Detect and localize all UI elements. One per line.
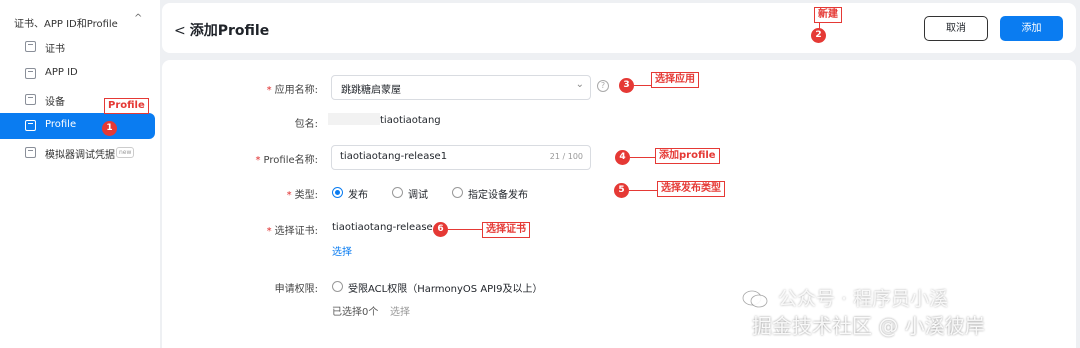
profile-name-label: * Profile名称: — [198, 151, 318, 166]
required-mark: * — [266, 226, 272, 237]
annotation-label-6: 选择证书 — [482, 222, 530, 238]
collapse-chevron-icon[interactable]: ^ — [134, 13, 142, 24]
annotation-label-2: 新建 — [814, 7, 842, 23]
sidebar-item-label: 证书 — [45, 44, 65, 55]
app-name-label: * 应用名称: — [198, 81, 318, 96]
radio-device-release-label[interactable]: 指定设备发布 — [468, 186, 528, 201]
package-name-label: 包名: — [294, 119, 318, 130]
sidebar-item-label: 设备 — [45, 97, 65, 108]
perm-select-link[interactable]: 选择 — [390, 303, 410, 318]
cert-value: tiaotiaotang-release — [332, 222, 433, 233]
char-counter: 21 / 100 — [549, 152, 583, 161]
watermark-line-1: 公众号 · 程序员小溪 — [778, 288, 949, 310]
sidebar-group-title[interactable]: 证书、APP ID和Profile — [14, 15, 118, 30]
page-title-text: 添加Profile — [189, 23, 270, 39]
profile-icon — [25, 120, 36, 131]
profile-name-label-text: Profile名称: — [263, 155, 318, 166]
radio-release-label[interactable]: 发布 — [348, 186, 368, 201]
sidebar-item-profile[interactable]: Profile — [0, 113, 155, 139]
sidebar-item-label: Profile — [45, 119, 77, 130]
radio-debug[interactable] — [392, 187, 403, 198]
annotation-line-4 — [630, 157, 655, 158]
annotation-line-6 — [448, 229, 482, 230]
wechat-icon — [742, 290, 768, 308]
profile-name-input[interactable]: tiaotiaotang-release1 21 / 100 — [331, 145, 591, 170]
annotation-line-5 — [629, 190, 657, 191]
help-icon[interactable]: ? — [597, 80, 609, 92]
annotation-marker-4: 4 — [615, 150, 630, 165]
certificate-icon — [25, 41, 36, 52]
required-mark: * — [255, 155, 261, 166]
annotation-marker-1: 1 — [102, 121, 117, 136]
page-title: < 添加Profile — [174, 20, 269, 40]
perm-checkbox[interactable] — [332, 281, 343, 292]
sidebar-item-app-id[interactable]: APP ID — [0, 61, 155, 87]
annotation-line-3 — [634, 85, 652, 86]
required-mark: * — [286, 190, 292, 201]
new-badge: new — [116, 147, 135, 158]
sidebar-item-label: 模拟器调试凭据 — [45, 150, 115, 161]
cancel-button[interactable]: 取消 — [924, 16, 988, 41]
type-label-text: 类型: — [294, 190, 318, 201]
package-name-value: tiaotiaotang — [380, 115, 441, 126]
perm-option-label[interactable]: 受限ACL权限（HarmonyOS API9及以上） — [348, 280, 543, 295]
cert-select-link[interactable]: 选择 — [332, 243, 352, 258]
profile-name-value: tiaotiaotang-release1 — [340, 151, 448, 162]
cert-label-text: 选择证书: — [274, 226, 318, 237]
cert-label: * 选择证书: — [198, 222, 318, 237]
sidebar-item-label: APP ID — [45, 67, 78, 78]
annotation-label-1: Profile — [104, 98, 149, 114]
annotation-marker-5: 5 — [614, 183, 629, 198]
annotation-label-4: 添加profile — [655, 148, 720, 164]
sidebar-item-emulator-credential[interactable]: 模拟器调试凭据 new — [0, 140, 155, 166]
annotation-marker-3: 3 — [619, 78, 634, 93]
radio-debug-label[interactable]: 调试 — [408, 186, 428, 201]
emulator-icon — [25, 147, 36, 158]
watermark-line-2: 掘金技术社区 @ 小溪彼岸 — [752, 314, 985, 338]
annotation-marker-2: 2 — [811, 28, 826, 43]
annotation-label-3: 选择应用 — [651, 72, 699, 88]
perm-label: 申请权限: — [274, 284, 318, 295]
required-mark: * — [266, 85, 272, 96]
radio-release[interactable] — [332, 187, 343, 198]
redacted-block — [328, 113, 380, 125]
type-label: * 类型: — [198, 186, 318, 201]
back-arrow-icon[interactable]: < — [174, 23, 186, 39]
add-button[interactable]: 添加 — [1000, 16, 1063, 41]
annotation-marker-6: 6 — [433, 222, 448, 237]
app-name-value: 跳跳糖启蒙屋 — [341, 85, 401, 96]
annotation-label-5: 选择发布类型 — [657, 181, 725, 197]
app-name-label-text: 应用名称: — [274, 85, 318, 96]
app-id-icon — [25, 68, 36, 79]
perm-selected-count: 已选择0个 — [332, 307, 379, 318]
chevron-down-icon: ⌄ — [575, 79, 584, 90]
device-icon — [25, 94, 36, 105]
sidebar-item-certificate[interactable]: 证书 — [0, 34, 155, 60]
radio-device-release[interactable] — [452, 187, 463, 198]
cert-chip: tiaotiaotang-release × — [332, 222, 444, 233]
app-name-select[interactable]: 跳跳糖启蒙屋 ⌄ — [331, 75, 591, 100]
